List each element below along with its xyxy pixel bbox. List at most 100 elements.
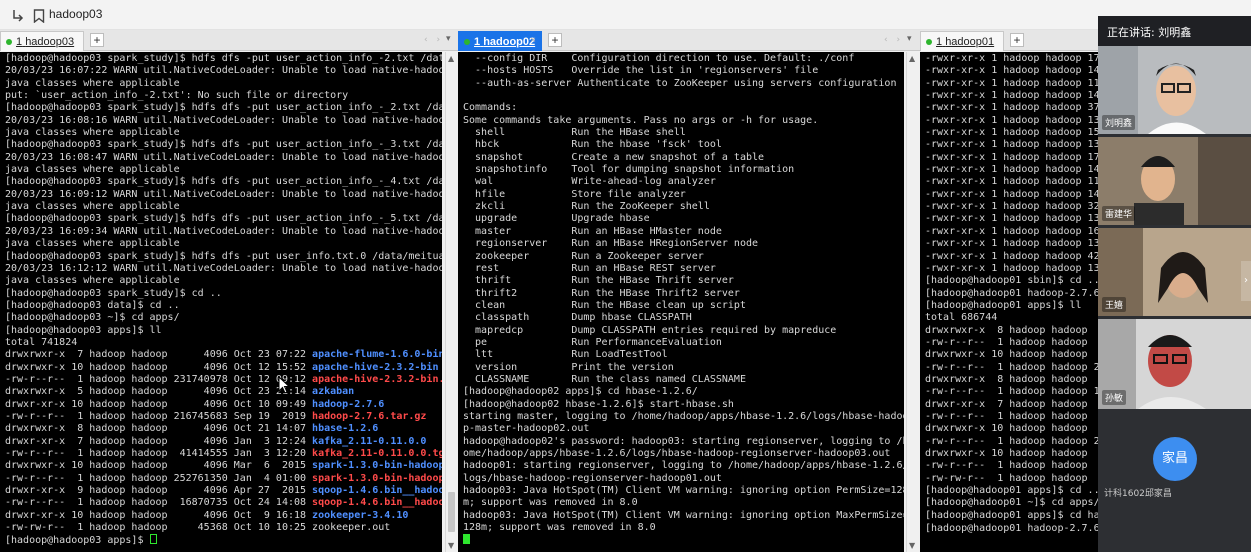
tab-menu-dropdown-icon[interactable]: ▾ xyxy=(907,34,912,44)
vertical-scrollbar[interactable]: ▲ ▼ xyxy=(445,52,457,552)
terminal-line: -rw-rw-r-- 1 hadoop hadoop xyxy=(925,472,1088,484)
expand-arrow-icon[interactable]: › xyxy=(1241,261,1251,301)
shell-prompt: [hadoop@hadoop01 hadoop-2.7.6]$ xyxy=(925,523,1098,535)
scrollbar-thumb[interactable] xyxy=(448,492,455,532)
terminal-line: version Print the version xyxy=(463,361,674,373)
terminal-line: p-master-hadoop02.out xyxy=(463,423,590,435)
shell-prompt: [hadoop@hadoop03 apps]$ xyxy=(5,535,150,547)
terminal-line: upgrade Upgrade hbase xyxy=(463,213,650,225)
listing-row: drwxrwxr-x 10 hadoop hadoop 4096 Oct 12 … xyxy=(5,362,442,374)
terminal-line: [hadoop@hadoop01 ~]$ cd apps/ xyxy=(925,497,1098,509)
participant-video-tile[interactable]: 雷建华 xyxy=(1098,137,1251,225)
terminal-line: rest Run an HBase REST server xyxy=(463,262,716,274)
file-attributes: drwxrwxr-x 10 hadoop hadoop 4096 Oct 12 … xyxy=(5,361,313,373)
participant-avatar[interactable]: 家昌 xyxy=(1153,437,1197,481)
file-name: kafka_2.11-0.11.0.0.tg xyxy=(312,448,442,459)
new-tab-button[interactable]: + xyxy=(90,33,104,47)
terminal-line: 20/03/23 16:09:12 WARN util.NativeCodeLo… xyxy=(5,188,442,200)
file-name: apache-hive-2.3.2-bin. xyxy=(312,373,442,385)
tab-hadoop03[interactable]: 1 hadoop03 xyxy=(0,31,84,51)
tab-bar: 1 hadoop01 + xyxy=(920,30,1098,51)
terminal-line: -rwxr-xr-x 1 hadoop hadoop 13 xyxy=(925,262,1098,274)
participant-name: 计科1602邱家昌 xyxy=(1104,489,1172,499)
new-tab-button[interactable]: + xyxy=(548,33,562,47)
terminal-line: pe Run PerformanceEvaluation xyxy=(463,336,722,348)
scroll-up-icon[interactable]: ▲ xyxy=(909,54,915,63)
terminal-line: java classes where applicable xyxy=(5,164,180,176)
connected-status-icon xyxy=(6,39,12,45)
terminal-line: drwxrwxr-x 8 hadoop hadoop xyxy=(925,324,1088,336)
terminal-line: 20/03/23 16:08:47 WARN util.NativeCodeLo… xyxy=(5,151,442,163)
terminal-line: -rwxr-xr-x 1 hadoop hadoop 11 xyxy=(925,176,1098,188)
terminal-line: -rwxr-xr-x 1 hadoop hadoop 14 xyxy=(925,164,1098,176)
participant-video-tile[interactable]: 刘明鑫 xyxy=(1098,46,1251,134)
tab-menu-dropdown-icon[interactable]: ▾ xyxy=(446,34,451,44)
terminal-line: hadoop03: Java HotSpot(TM) Client VM war… xyxy=(463,485,904,497)
terminal-line: wal Write-ahead-log analyzer xyxy=(463,176,716,188)
terminal-line: [hadoop@hadoop03 spark_study]$ cd .. xyxy=(5,287,222,299)
tab-label: hadoop01 xyxy=(945,36,995,48)
file-attributes: drwxr-xr-x 10 hadoop hadoop 4096 Oct 10 … xyxy=(5,398,313,410)
terminal-line: -rwxr-xr-x 1 hadoop hadoop 14 xyxy=(925,90,1098,102)
participant-name: 孙敏 xyxy=(1102,390,1127,405)
mouse-cursor-icon xyxy=(278,376,290,394)
terminal-line: [hadoop@hadoop03 spark_study]$ hdfs dfs … xyxy=(5,176,442,188)
close-tab-icon[interactable]: × xyxy=(530,35,536,46)
tab-scroll-arrows-icon[interactable]: ‹ › xyxy=(884,35,903,45)
listing-row: drwxrwxr-x 5 hadoop hadoop 4096 Oct 23 2… xyxy=(5,386,442,398)
tab-hadoop02[interactable]: 1 hadoop02 × xyxy=(458,31,542,51)
tab-hadoop01[interactable]: 1 hadoop01 xyxy=(920,31,1004,51)
file-name: sqoop-1.4.6.bin__hadoo xyxy=(312,497,442,509)
terminal-line: -rw-r--r-- 1 hadoop hadoop 2 xyxy=(925,435,1098,447)
terminal-line: -rwxr-xr-x 1 hadoop hadoop 15 xyxy=(925,127,1098,139)
tab-scroll-arrows-icon[interactable]: ‹ › xyxy=(424,35,443,45)
text-cursor xyxy=(149,534,157,545)
terminal-output[interactable]: -rwxr-xr-x 1 hadoop hadoop 17 -rwxr-xr-x … xyxy=(920,52,1098,552)
terminal-line: hadoop01: starting regionserver, logging… xyxy=(463,460,904,472)
terminal-line: regionserver Run an HBase HRegionServer … xyxy=(463,238,759,250)
terminal-line: clean Run the HBase clean up script xyxy=(463,299,746,311)
participant-video-tile[interactable]: 孙敏 xyxy=(1098,319,1251,409)
terminal-line: 20/03/23 16:12:12 WARN util.NativeCodeLo… xyxy=(5,262,442,274)
file-attributes: -rw-rw-r-- 1 hadoop hadoop 45368 Oct 10 … xyxy=(5,522,313,534)
terminal-line: thrift2 Run the HBase Thrift2 server xyxy=(463,287,740,299)
terminal-line: total 686744 xyxy=(925,312,998,324)
terminal-line: hadoop03: Java HotSpot(TM) Client VM war… xyxy=(463,509,904,521)
tab-bar: 1 hadoop02 × + ‹ › ▾ xyxy=(458,30,920,51)
file-name: hbase-1.2.6 xyxy=(312,423,379,435)
terminal-line: -rwxr-xr-x 1 hadoop hadoop 13 xyxy=(925,139,1098,151)
terminal-line: starting master, logging to /home/hadoop… xyxy=(463,410,904,422)
terminal-line: -rw-r--r-- 1 hadoop hadoop xyxy=(925,460,1088,472)
terminal-line: -rw-r--r-- 1 hadoop hadoop 2 xyxy=(925,361,1098,373)
participant-video-tile[interactable]: 王嬉 xyxy=(1098,228,1251,316)
new-tab-button[interactable]: + xyxy=(1010,33,1024,47)
bookmark-icon[interactable] xyxy=(33,9,45,23)
terminal-line: Commands: xyxy=(463,102,518,114)
terminal-output[interactable]: [hadoop@hadoop03 spark_study]$ hdfs dfs … xyxy=(0,52,442,552)
terminal-line: -rwxr-xr-x 1 hadoop hadoop 14 xyxy=(925,188,1098,200)
connected-status-icon xyxy=(926,39,932,45)
scroll-up-icon[interactable]: ▲ xyxy=(448,54,454,63)
prompt-line: [hadoop@hadoop03 apps]$ xyxy=(5,534,442,546)
scroll-down-icon[interactable]: ▼ xyxy=(909,541,915,550)
terminal-line: --hosts HOSTS Override the list in 'regi… xyxy=(463,65,819,77)
listing-row: drwxr-xr-x 7 hadoop hadoop 4096 Jan 3 12… xyxy=(5,436,442,448)
terminal-pane-hadoop02: 1 hadoop02 × + ‹ › ▾ --config DIR Config… xyxy=(458,30,920,552)
file-name: hadoop-2.7.6 xyxy=(312,398,385,410)
prompt-line xyxy=(463,534,904,546)
terminal-output[interactable]: --config DIR Configuration direction to … xyxy=(458,52,904,552)
file-name: apache-flume-1.6.0-bin xyxy=(312,349,442,361)
terminal-line: 20/03/23 16:07:22 WARN util.NativeCodeLo… xyxy=(5,65,442,77)
terminal-line: drwxrwxr-x 8 hadoop hadoop xyxy=(925,373,1088,385)
listing-row: drwxr-xr-x 10 hadoop hadoop 4096 Oct 10 … xyxy=(5,399,442,411)
video-call-panel: 正在讲话: 刘明鑫 刘明鑫 雷建华 王嬉 孙敏 家昌 计科1602邱家昌 › xyxy=(1098,16,1251,552)
scroll-down-icon[interactable]: ▼ xyxy=(448,541,454,550)
terminal-line: mapredcp Dump CLASSPATH entries required… xyxy=(463,324,837,336)
tab-label: hadoop02 xyxy=(483,36,536,48)
terminal-line: -rwxr-xr-x 1 hadoop hadoop 13 xyxy=(925,213,1098,225)
terminal-line: [hadoop@hadoop01 apps]$ cd hadoop-2.7.6 xyxy=(925,509,1098,521)
session-icon[interactable] xyxy=(12,9,26,23)
tab-number: 1 xyxy=(474,36,481,48)
vertical-scrollbar[interactable]: ▲ ▼ xyxy=(906,52,918,552)
terminal-line: total 741824 xyxy=(5,336,78,348)
